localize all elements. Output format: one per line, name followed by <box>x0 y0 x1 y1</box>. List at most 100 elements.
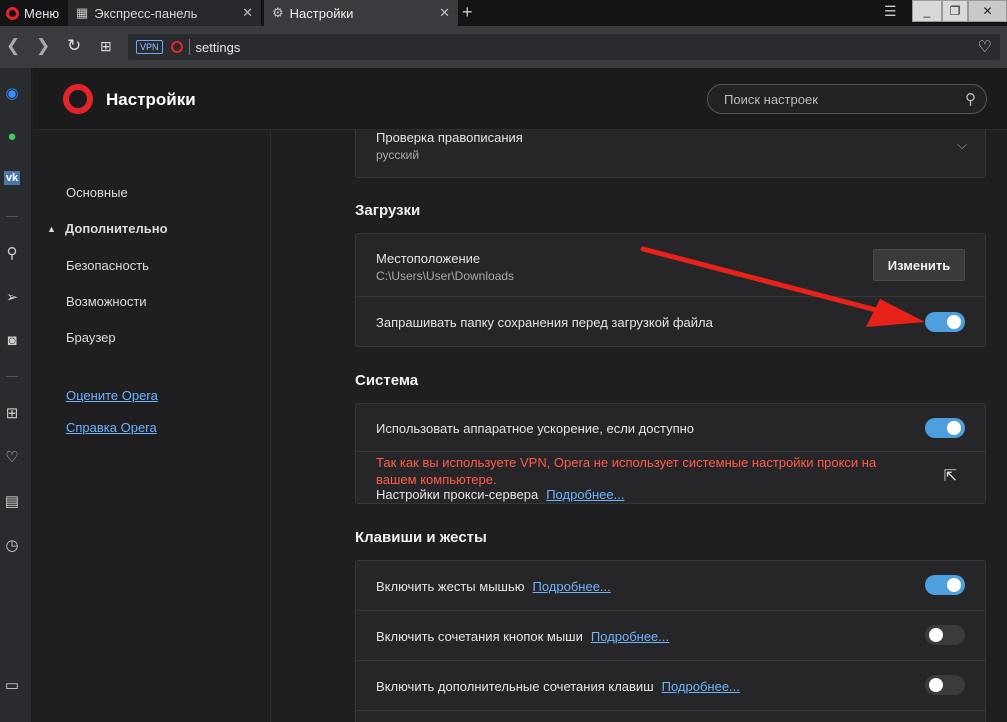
url-text[interactable]: settings <box>196 40 241 55</box>
tab-settings[interactable]: ⚙ Настройки ✕ <box>264 0 458 26</box>
extra-shortcuts-more-link[interactable]: Подробнее... <box>662 679 740 694</box>
toggle-knob <box>929 678 943 692</box>
rate-opera-link[interactable]: Оцените Opera <box>66 388 158 403</box>
hw-accel-toggle[interactable] <box>925 418 965 438</box>
ask-folder-row: Запрашивать папку сохранения перед загру… <box>356 297 985 347</box>
settings-nav: Основные ▲ Дополнительно Безопасность Во… <box>33 130 271 722</box>
camera-icon[interactable]: ◙ <box>0 332 24 349</box>
hw-accel-row: Использовать аппаратное ускорение, если … <box>356 404 985 452</box>
close-icon[interactable]: ✕ <box>439 5 450 21</box>
location-path: C:\Users\User\Downloads <box>376 269 515 283</box>
opera-help-link[interactable]: Справка Opera <box>66 420 157 435</box>
downloads-card: Местоположение C:\Users\User\Downloads И… <box>355 233 986 347</box>
toggle-knob <box>929 628 943 642</box>
whatsapp-icon[interactable]: ● <box>0 128 24 145</box>
toggle-knob <box>947 578 961 592</box>
mouse-gestures-more-link[interactable]: Подробнее... <box>533 579 611 594</box>
tab-menu-icon[interactable]: ☰ <box>884 3 897 20</box>
vpn-warning: Так как вы используете VPN, Opera не исп… <box>376 455 877 487</box>
sidebar-divider <box>6 376 18 377</box>
address-bar: ❮ ❯ ↻ ⊞ VPN settings ♡ <box>0 26 1007 68</box>
settings-header: Настройки Поиск настроек ⚲ <box>33 68 1007 130</box>
url-field[interactable]: VPN settings ♡ <box>128 34 1000 60</box>
chevron-down-icon[interactable]: ⌵ <box>957 137 967 153</box>
spellcheck-card[interactable]: Проверка правописания русский ⌵ <box>355 130 986 178</box>
send-icon[interactable]: ➢ <box>0 288 24 306</box>
reload-icon[interactable]: ↻ <box>67 36 81 56</box>
sidebar-divider <box>6 216 18 217</box>
opera-menu-button[interactable]: Меню <box>0 0 66 26</box>
extra-shortcuts-label: Включить дополнительные сочетания клавиш <box>376 679 654 694</box>
page-title: Настройки <box>106 90 196 109</box>
settings-content: Проверка правописания русский ⌵ Загрузки… <box>272 130 1007 722</box>
maximize-button[interactable]: ❐ <box>942 0 968 22</box>
download-location-row: Местоположение C:\Users\User\Downloads И… <box>356 234 985 297</box>
ask-folder-label: Запрашивать папку сохранения перед загру… <box>376 315 713 330</box>
url-separator <box>188 39 190 55</box>
ask-folder-toggle[interactable] <box>925 312 965 332</box>
vk-icon[interactable]: vk <box>0 171 24 185</box>
mouse-gestures-label: Включить жесты мышью <box>376 579 525 594</box>
keys-card: Включить жесты мышью Подробнее... Включит… <box>355 560 986 722</box>
hw-accel-label: Использовать аппаратное ускорение, если … <box>376 421 695 436</box>
mouse-gestures-row: Включить жесты мышью Подробнее... <box>356 561 985 611</box>
system-card: Использовать аппаратное ускорение, если … <box>355 403 986 504</box>
grid-icon: ▦ <box>76 5 89 20</box>
system-heading: Система <box>355 372 419 389</box>
back-icon[interactable]: ❮ <box>6 36 20 56</box>
tab-label: Экспресс-панель <box>94 5 198 21</box>
rocker-gestures: Включить сочетания кнопок мыши Подробнее.… <box>376 629 669 644</box>
tabs-grid-icon[interactable]: ⊞ <box>100 38 112 55</box>
proxy-settings: Настройки прокси-сервера Подробнее... <box>376 487 624 502</box>
heart-icon[interactable]: ♡ <box>0 448 24 466</box>
bookmark-heart-icon[interactable]: ♡ <box>978 37 992 57</box>
vpn-badge[interactable]: VPN <box>136 40 163 54</box>
mouse-gestures: Включить жесты мышью Подробнее... <box>376 579 611 594</box>
search-placeholder: Поиск настроек <box>724 91 818 107</box>
close-icon[interactable]: ✕ <box>242 5 253 21</box>
tab-bar: Меню ▦ Экспресс-панель ✕ ⚙ Настройки ✕ +… <box>0 0 1007 26</box>
search-icon[interactable]: ⚲ <box>0 244 24 262</box>
mouse-gestures-toggle[interactable] <box>925 575 965 595</box>
opera-url-icon <box>170 41 183 53</box>
close-window-button[interactable]: ✕ <box>968 0 1007 22</box>
location-title: Местоположение <box>376 251 481 266</box>
proxy-row: Так как вы используете VPN, Opera не исп… <box>356 452 985 504</box>
proxy-more-link[interactable]: Подробнее... <box>546 487 624 502</box>
external-link-icon[interactable]: ⇱ <box>944 466 957 486</box>
spellcheck-value: русский <box>376 148 420 162</box>
speed-dial-icon[interactable]: ⊞ <box>0 404 24 422</box>
proxy-label: Настройки прокси-сервера <box>376 487 539 502</box>
search-icon: ⚲ <box>965 91 976 108</box>
nav-security[interactable]: Безопасность <box>66 258 149 273</box>
extra-shortcuts-toggle[interactable] <box>925 675 965 695</box>
new-tab-button[interactable]: + <box>462 2 473 23</box>
opera-logo-icon <box>63 84 93 114</box>
gear-icon: ⚙ <box>272 5 284 20</box>
nav-browser[interactable]: Браузер <box>66 330 116 345</box>
change-location-button[interactable]: Изменить <box>873 249 965 281</box>
news-icon[interactable]: ▤ <box>0 492 24 510</box>
menu-label: Меню <box>24 5 60 21</box>
sidebar-toggle-icon[interactable]: ▭ <box>0 676 24 694</box>
minimize-button[interactable]: _ <box>912 0 942 22</box>
rocker-gestures-more-link[interactable]: Подробнее... <box>591 629 669 644</box>
opera-logo-icon <box>6 6 19 20</box>
keys-heading: Клавиши и жесты <box>355 529 487 546</box>
rocker-gestures-row: Включить сочетания кнопок мыши Подробнее.… <box>356 611 985 661</box>
rocker-gestures-toggle[interactable] <box>925 625 965 645</box>
settings-search-input[interactable]: Поиск настроек ⚲ <box>707 84 987 114</box>
forward-icon[interactable]: ❯ <box>36 36 50 56</box>
tab-speed-dial[interactable]: ▦ Экспресс-панель ✕ <box>68 0 262 26</box>
toggle-knob <box>947 315 961 329</box>
toggle-knob <box>947 421 961 435</box>
messenger-icon[interactable]: ◉ <box>0 84 24 102</box>
caret-up-icon: ▲ <box>47 224 56 234</box>
tab-label: Настройки <box>289 5 354 21</box>
nav-features[interactable]: Возможности <box>66 294 147 309</box>
nav-advanced[interactable]: Дополнительно <box>65 221 168 236</box>
history-icon[interactable]: ◷ <box>0 536 24 554</box>
extra-shortcuts: Включить дополнительные сочетания клавиш… <box>376 679 740 694</box>
rocker-gestures-label: Включить сочетания кнопок мыши <box>376 629 583 644</box>
nav-basic[interactable]: Основные <box>66 185 128 200</box>
